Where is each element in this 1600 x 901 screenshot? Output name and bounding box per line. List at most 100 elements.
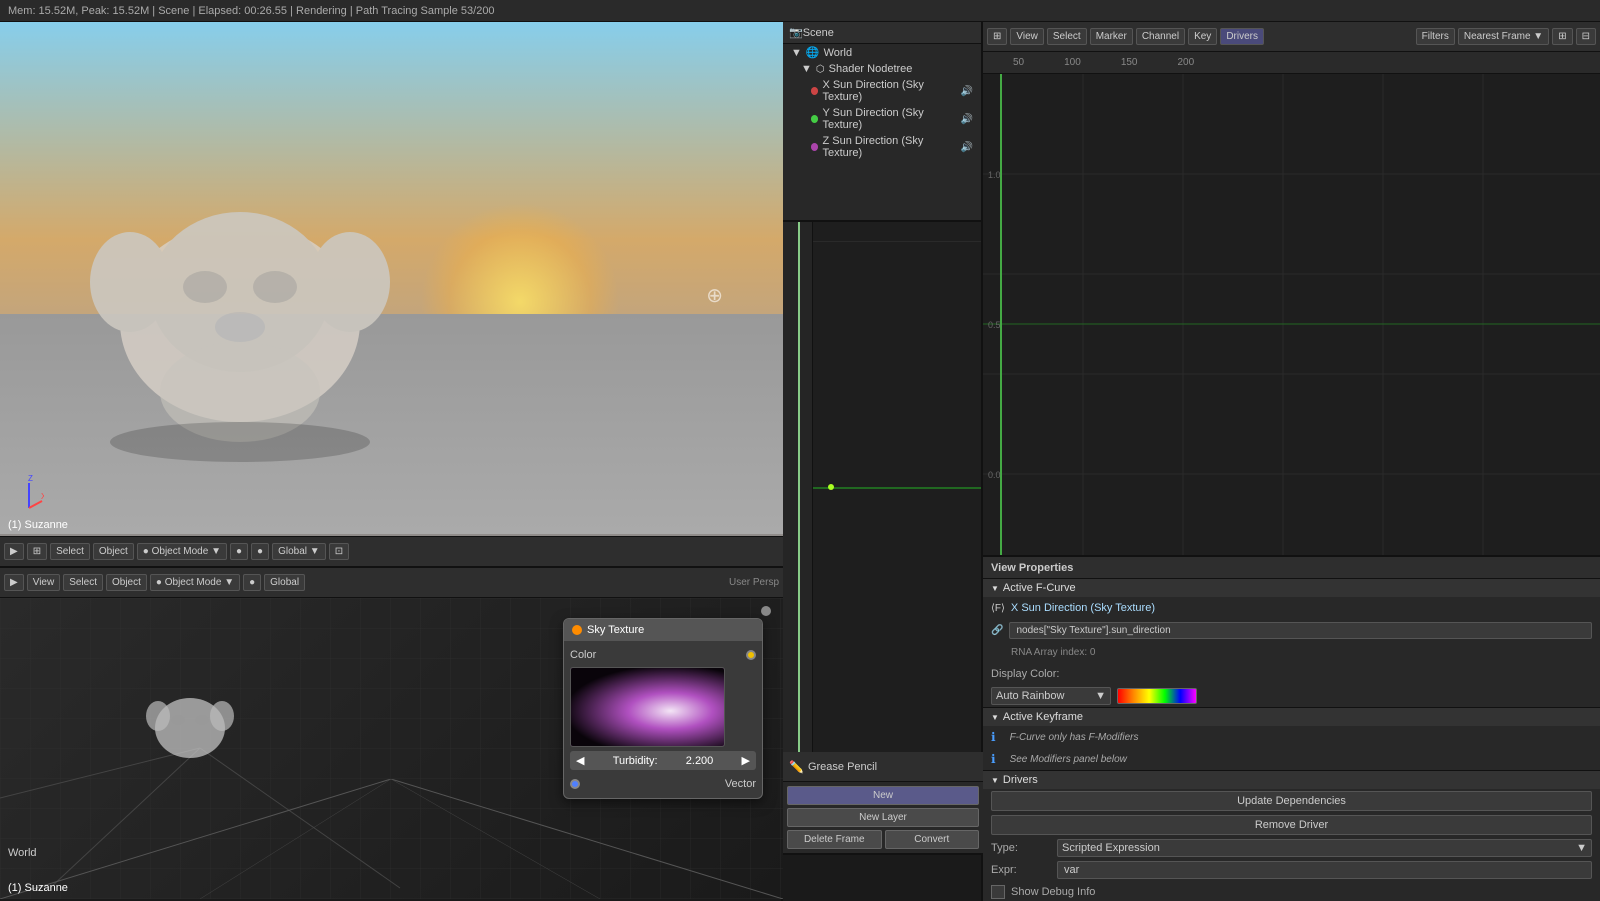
outliner-item-shader[interactable]: ▼ ⬡ Shader Nodetree [783, 61, 981, 77]
drivers-section-header[interactable]: Drivers [983, 771, 1600, 789]
graph-channel-btn[interactable]: Channel [1136, 28, 1185, 45]
graph-content[interactable]: 1.0 0.5 0.0 [983, 74, 1600, 555]
timeline-strip [783, 222, 981, 752]
active-keyframe-label: Active Keyframe [1003, 711, 1083, 723]
viewport-icon-btn[interactable]: ⊞ [27, 543, 47, 560]
warning-text-2: See Modifiers panel below [1002, 752, 1135, 767]
rna-array-label: RNA Array index: 0 [991, 647, 1095, 658]
gp-title: Grease Pencil [808, 761, 877, 773]
props-panel: View Properties Active F-Curve ⟨F⟩ X Sun… [983, 557, 1600, 901]
turb-left-arrow[interactable]: ◀ [576, 754, 584, 767]
viewport-transform-btn[interactable]: Global ▼ [272, 543, 326, 560]
active-keyframe-section: Active Keyframe ℹ F-Curve only has F-Mod… [983, 708, 1600, 771]
gp-new-layer-btn[interactable]: New Layer [787, 808, 979, 827]
node-vector-socket[interactable] [570, 779, 580, 789]
viewport-mode-btn[interactable]: ● Object Mode ▼ [137, 543, 227, 560]
gp-buttons: New New Layer Delete Frame Convert [783, 782, 983, 853]
gp-new-btn[interactable]: New [787, 786, 979, 805]
graph-filters-btn[interactable]: Filters [1416, 28, 1455, 45]
remove-driver-row: Remove Driver [983, 813, 1600, 837]
graph-icon-btn[interactable]: ⊞ [987, 28, 1007, 45]
fcurve-line [813, 487, 981, 489]
node-editor: Sky Texture Color ◀ [563, 618, 763, 799]
outliner-item-world[interactable]: ▼ 🌐 World [783, 44, 981, 61]
keyframe-section-header[interactable]: Active Keyframe [983, 708, 1600, 726]
gp-delete-frame-btn[interactable]: Delete Frame [787, 830, 882, 849]
remove-driver-btn[interactable]: Remove Driver [991, 815, 1592, 835]
viewport-bottom: ▶ View Select Object ● Object Mode ▼ ● G… [0, 568, 783, 899]
world-expand-icon: ▼ [791, 47, 802, 59]
vb-select2-btn[interactable]: Select [63, 574, 103, 591]
drivers-section: Drivers Update Dependencies Remove Drive… [983, 771, 1600, 901]
x-speaker-icon[interactable]: 🔊 [961, 86, 973, 97]
warning-icon-2: ℹ [991, 752, 996, 766]
active-fcurve-label: Active F-Curve [1003, 582, 1076, 594]
graph-grid-svg: 1.0 0.5 0.0 [983, 74, 1600, 555]
fcurve-rows [813, 222, 981, 242]
viewport-bottom-content[interactable]: Sky Texture Color ◀ [0, 598, 783, 899]
x-sun-label: X Sun Direction (Sky Texture) [822, 79, 956, 103]
viewport-3d-toolbar: ▶ ⊞ Select Object ● Object Mode ▼ ● ● Gl… [0, 536, 783, 566]
vb-view-btn[interactable]: ▶ [4, 574, 24, 591]
fcurve-icon: ⟨F⟩ [991, 603, 1005, 614]
debug-checkbox[interactable] [991, 885, 1005, 899]
data-path-input[interactable] [1009, 622, 1592, 639]
viewport-overlay-btn[interactable]: ● [251, 543, 269, 560]
outliner-shader-label: Shader Nodetree [829, 63, 913, 75]
axis-indicator: Z X [14, 473, 44, 513]
outliner-world-label: World [824, 47, 853, 59]
update-dependencies-btn[interactable]: Update Dependencies [991, 791, 1592, 811]
outliner-item-z-sun[interactable]: Z Sun Direction (Sky Texture) 🔊 [783, 133, 981, 161]
turbidity-row[interactable]: ◀ Turbidity: 2.200 ▶ [570, 751, 756, 770]
graph-ruler: 50 100 150 200 [983, 52, 1600, 74]
viewport-3d[interactable]: Z X ⊕ (1) Suzanne ▶ ⊞ Select Object ● Ob… [0, 22, 783, 568]
vb-shade-btn[interactable]: ● [243, 574, 261, 591]
expr-input[interactable] [1057, 861, 1592, 879]
vb-object-btn[interactable]: Object [106, 574, 147, 591]
viewport-bottom-toolbar: ▶ View Select Object ● Object Mode ▼ ● G… [0, 568, 783, 598]
svg-text:Z: Z [28, 474, 33, 483]
vb-select-btn[interactable]: View [27, 574, 61, 591]
viewport-grid-btn[interactable]: ⊡ [329, 543, 349, 560]
color-picker[interactable] [570, 667, 725, 747]
display-color-row: Display Color: [983, 663, 1600, 685]
type-select[interactable]: Scripted Expression ▼ [1057, 839, 1592, 857]
graph-select-btn[interactable]: Select [1047, 28, 1087, 45]
graph-marker-btn[interactable]: Marker [1090, 28, 1133, 45]
viewport-view-btn[interactable]: ▶ [4, 543, 24, 560]
graph-zoom-in-btn[interactable]: ⊞ [1552, 28, 1572, 45]
y-speaker-icon[interactable]: 🔊 [961, 114, 973, 125]
keyframe-tri [991, 711, 999, 723]
gp-convert-btn[interactable]: Convert [885, 830, 980, 849]
graph-zoom-out-btn[interactable]: ⊟ [1576, 28, 1596, 45]
vb-mode-btn[interactable]: ● Object Mode ▼ [150, 574, 240, 591]
outliner-item-y-sun[interactable]: Y Sun Direction (Sky Texture) 🔊 [783, 105, 981, 133]
node-connector-top [761, 606, 771, 616]
vb-global-btn[interactable]: Global [264, 574, 305, 591]
type-arrow: ▼ [1576, 842, 1587, 854]
turb-right-arrow[interactable]: ▶ [742, 754, 750, 767]
color-mode-select[interactable]: Auto Rainbow ▼ [991, 687, 1111, 705]
drivers-label: Drivers [1003, 774, 1038, 786]
z-dot [811, 143, 818, 151]
graph-key-btn[interactable]: Key [1188, 28, 1217, 45]
viewport-shade-btn[interactable]: ● [230, 543, 248, 560]
gp-icon: ✏️ [789, 760, 804, 774]
outliner-item-x-sun[interactable]: X Sun Direction (Sky Texture) 🔊 [783, 77, 981, 105]
viewport-select-btn[interactable]: Select [50, 543, 90, 560]
modifiers-link-row: ℹ See Modifiers panel below [983, 748, 1600, 770]
z-speaker-icon[interactable]: 🔊 [961, 142, 973, 153]
color-mode-arrow: ▼ [1095, 690, 1106, 702]
turbidity-label: Turbidity: [613, 755, 658, 767]
svg-text:0.0: 0.0 [988, 470, 1001, 480]
graph-view-btn[interactable]: View [1010, 28, 1044, 45]
node-color-socket[interactable] [746, 650, 756, 660]
graph-nearest-frame-btn[interactable]: Nearest Frame ▼ [1458, 28, 1549, 45]
world-icon: 🌐 [806, 46, 820, 59]
display-color-label: Display Color: [991, 668, 1059, 680]
status-bar: Mem: 15.52M, Peak: 15.52M | Scene | Elap… [0, 0, 1600, 22]
graph-drivers-btn[interactable]: Drivers [1220, 28, 1264, 45]
viewport-object-btn[interactable]: Object [93, 543, 134, 560]
bottom-viewport-label: (1) Suzanne [8, 882, 68, 894]
fcurve-section-header[interactable]: Active F-Curve [983, 579, 1600, 597]
